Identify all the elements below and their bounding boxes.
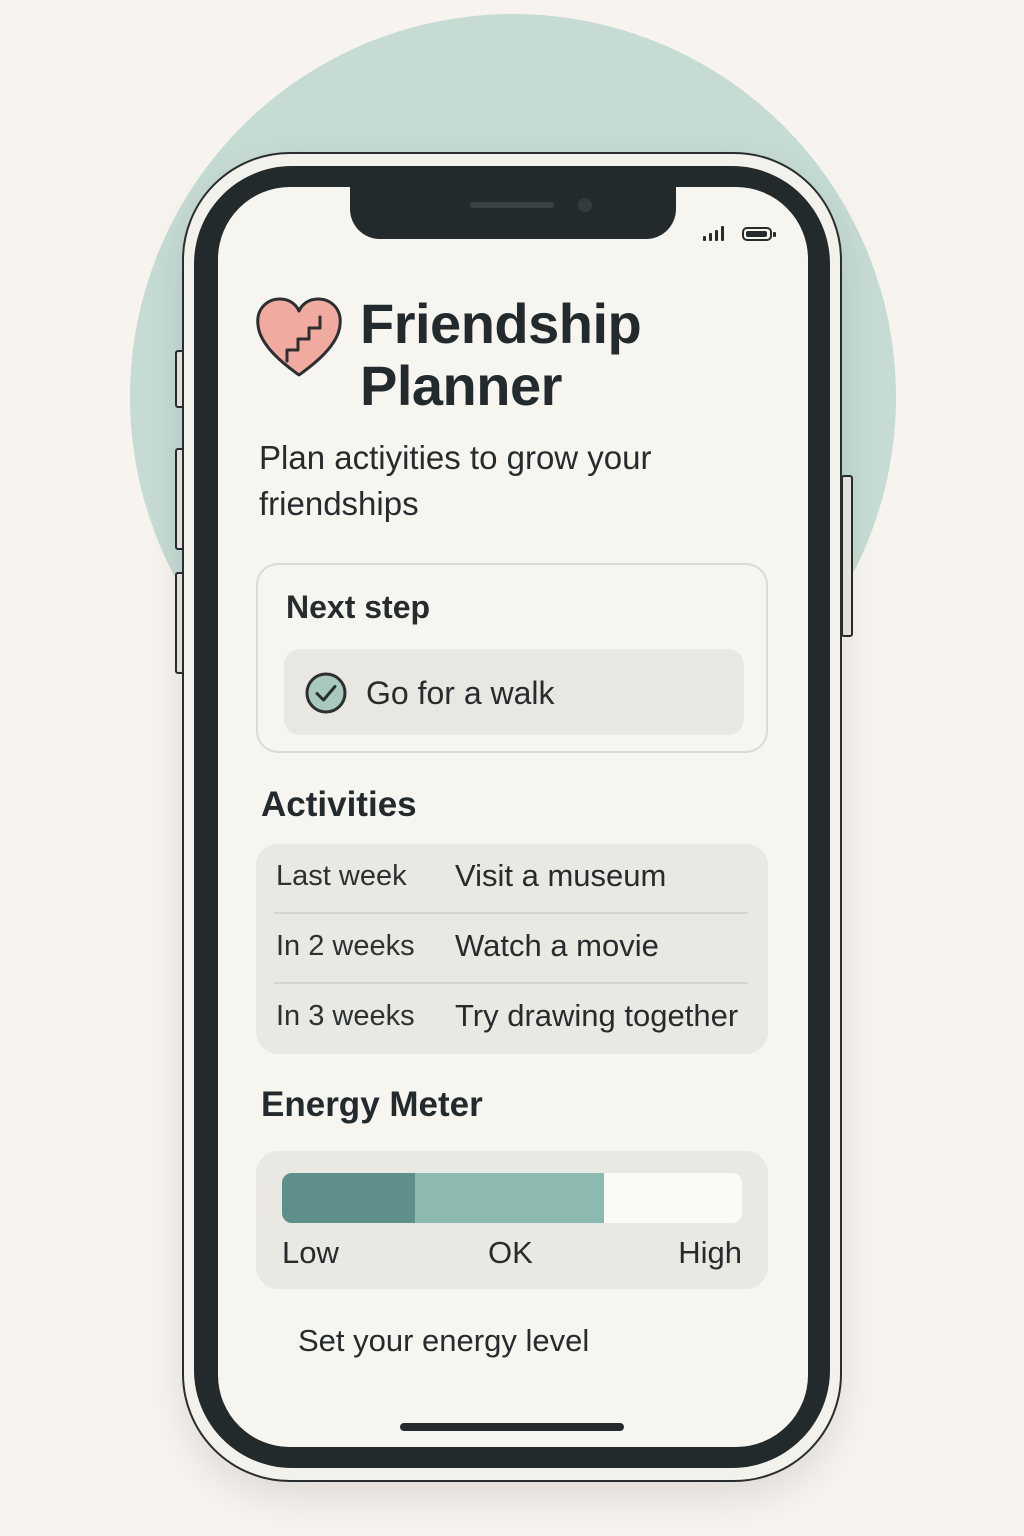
energy-label-high: High	[678, 1235, 742, 1270]
home-indicator[interactable]	[400, 1423, 624, 1431]
speaker-grille	[470, 202, 554, 208]
activity-name: Try drawing together	[455, 998, 739, 1033]
heart-stairs-icon	[256, 297, 342, 377]
check-circle-icon[interactable]	[304, 671, 348, 715]
energy-meter-slider[interactable]	[282, 1173, 742, 1223]
set-energy-level-link[interactable]: Set your energy level	[298, 1323, 589, 1359]
stage: Friendship Planner Plan actiyities to gr…	[0, 0, 1024, 1536]
app-title: Friendship Planner	[360, 292, 642, 417]
activity-row[interactable]: In 2 weeks Watch a movie	[256, 914, 768, 984]
energy-meter-fill-dark	[282, 1173, 416, 1223]
activity-row[interactable]: In 3 weeks Try drawing together	[256, 984, 768, 1054]
battery-icon	[742, 227, 776, 241]
app-subtitle: Plan actiyities to grow your friendships	[259, 439, 652, 522]
activity-when: In 2 weeks	[276, 930, 415, 962]
activity-list: Last week Visit a museum In 2 weeks Watc…	[256, 844, 768, 1054]
signal-icon	[703, 225, 724, 241]
activity-when: Last week	[276, 860, 407, 892]
activity-name: Watch a movie	[455, 928, 659, 963]
energy-meter-card: Low OK High	[256, 1151, 768, 1289]
energy-label-low: Low	[282, 1235, 339, 1270]
next-step-title: Next step	[286, 589, 431, 625]
activity-row[interactable]: Last week Visit a museum	[256, 844, 768, 914]
energy-meter-title: Energy Meter	[261, 1085, 483, 1124]
activity-when: In 3 weeks	[276, 1000, 415, 1032]
phone-side-button-power	[841, 475, 853, 637]
status-bar	[703, 225, 776, 241]
activities-title: Activities	[261, 785, 417, 824]
phone-screen: Friendship Planner Plan actiyities to gr…	[218, 187, 808, 1447]
camera-icon	[578, 198, 592, 212]
next-step-item-label: Go for a walk	[366, 675, 555, 711]
next-step-card: Next step Go for a walk	[256, 563, 768, 753]
activity-name: Visit a museum	[455, 858, 667, 893]
next-step-item[interactable]: Go for a walk	[284, 649, 744, 735]
energy-label-ok: OK	[488, 1235, 533, 1270]
notch	[350, 187, 676, 239]
